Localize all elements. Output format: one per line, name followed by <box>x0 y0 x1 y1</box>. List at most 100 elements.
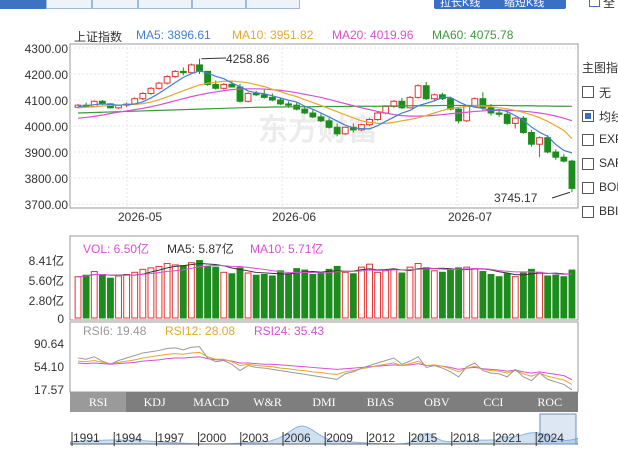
indicator-tab-dmi[interactable]: DMI <box>296 392 352 412</box>
candle-body <box>187 64 195 74</box>
timeline-year: 2018 <box>452 431 480 445</box>
timeline-year: 2012 <box>368 431 396 445</box>
kline-chart[interactable]: 东方财富 <box>0 0 618 457</box>
vol-legend: VOL: 6.50亿 <box>83 242 150 256</box>
candle-body <box>341 126 349 135</box>
rsi6-legend: RSI6: 19.48 <box>83 324 147 338</box>
volume-bar <box>260 274 268 319</box>
candle-body <box>528 132 535 145</box>
indicator-tab-macd[interactable]: MACD <box>183 392 239 412</box>
candle-body <box>277 99 284 105</box>
timeline-year: 1991 <box>73 431 100 445</box>
volume-bar <box>131 271 139 319</box>
volume-bar <box>204 265 212 319</box>
indicator-tab-cci[interactable]: CCI <box>465 392 521 412</box>
candle-body <box>179 70 187 74</box>
volume-bar <box>447 268 454 319</box>
candle-body <box>228 83 236 88</box>
volume-bar <box>568 269 576 319</box>
timeline-year: 2003 <box>241 431 269 445</box>
candle-body <box>552 151 560 158</box>
volume-tick: 0 <box>57 312 64 326</box>
volume-bar <box>277 270 284 319</box>
candle-body <box>163 76 171 84</box>
volume-bar <box>519 272 527 319</box>
volume-bar <box>155 265 163 319</box>
volume-bar <box>179 265 187 319</box>
option-bbi-checkbox[interactable] <box>582 206 594 218</box>
option-boll-checkbox[interactable] <box>582 182 594 194</box>
volume-bar <box>398 272 406 319</box>
volume-bar <box>98 274 106 319</box>
candle-body <box>309 112 317 118</box>
candle-body <box>317 116 325 122</box>
volume-bar <box>317 273 325 319</box>
volume-bar <box>430 270 438 319</box>
volume-bar <box>301 269 309 319</box>
volume-tick: 5.60亿 <box>28 274 64 288</box>
rsi24-line <box>78 356 573 381</box>
indicator-tab-roc[interactable]: ROC <box>522 392 578 412</box>
volume-bar <box>115 275 122 319</box>
indicator-tab-obv[interactable]: OBV <box>409 392 465 412</box>
candle-body <box>414 85 422 98</box>
main-indicator-options: 无 均线 EXPMA SAR BOLL BBI <box>582 84 618 224</box>
volume-bar <box>252 274 260 319</box>
candle-body <box>147 87 155 95</box>
candle-body <box>171 70 179 78</box>
candle-body <box>430 94 438 100</box>
candle-body <box>260 94 268 98</box>
volume-bar <box>560 276 568 319</box>
indicator-tab-rsi[interactable]: RSI <box>70 392 127 412</box>
option-sar-checkbox[interactable] <box>582 158 594 170</box>
volume-bar <box>268 275 276 319</box>
candle-body <box>463 106 471 122</box>
volume-bar <box>528 268 535 319</box>
indicator-tab-wr[interactable]: W&R <box>239 392 295 412</box>
candle-body <box>212 83 220 89</box>
timeline-year: 1994 <box>115 431 142 445</box>
indicator-tab-bias[interactable]: BIAS <box>352 392 408 412</box>
volume-bar <box>293 268 301 319</box>
volume-bar <box>341 271 349 319</box>
option-expma-checkbox[interactable] <box>582 134 594 146</box>
volume-bar <box>390 268 398 319</box>
volume-bar <box>366 263 373 319</box>
volume-bar <box>414 262 422 319</box>
volume-bar <box>123 274 131 319</box>
volume-bar <box>220 271 228 319</box>
volume-bar <box>147 267 155 319</box>
candle-body <box>244 93 252 102</box>
candle-body <box>536 137 543 145</box>
indicator-tab-kdj[interactable]: KDJ <box>126 392 182 412</box>
candle-body <box>398 100 406 109</box>
candle-body <box>495 112 503 115</box>
volume-bar <box>536 271 543 319</box>
candle-body <box>268 96 276 101</box>
rsi-tick: 90.64 <box>33 337 64 351</box>
timeline-year: 1997 <box>157 431 185 445</box>
high-annotation: 4258.86 <box>226 52 270 66</box>
volume-bar <box>471 268 479 319</box>
candle-body <box>374 112 382 120</box>
volume-bar <box>187 262 195 319</box>
volume-bar <box>374 271 382 319</box>
volume-bar <box>382 270 390 319</box>
volume-bar <box>171 264 179 319</box>
timeline-year: 2006 <box>284 431 311 445</box>
candle-body <box>560 156 568 162</box>
timeline-year: 2000 <box>199 431 227 445</box>
volume-bar <box>244 272 252 319</box>
candle-body <box>544 137 552 153</box>
volume-bar <box>349 273 357 319</box>
candle-body <box>511 117 519 124</box>
option-ma-checkbox[interactable] <box>582 110 594 122</box>
volume-bar <box>552 274 560 319</box>
option-none-checkbox[interactable] <box>582 86 594 98</box>
volume-bar <box>455 267 463 319</box>
vol-ma5-legend: MA5: 5.87亿 <box>167 242 234 256</box>
volume-bar <box>74 276 82 319</box>
volume-bar <box>479 271 487 319</box>
low-annotation: 3745.17 <box>494 191 538 205</box>
rsi-tick: 54.10 <box>33 360 64 374</box>
